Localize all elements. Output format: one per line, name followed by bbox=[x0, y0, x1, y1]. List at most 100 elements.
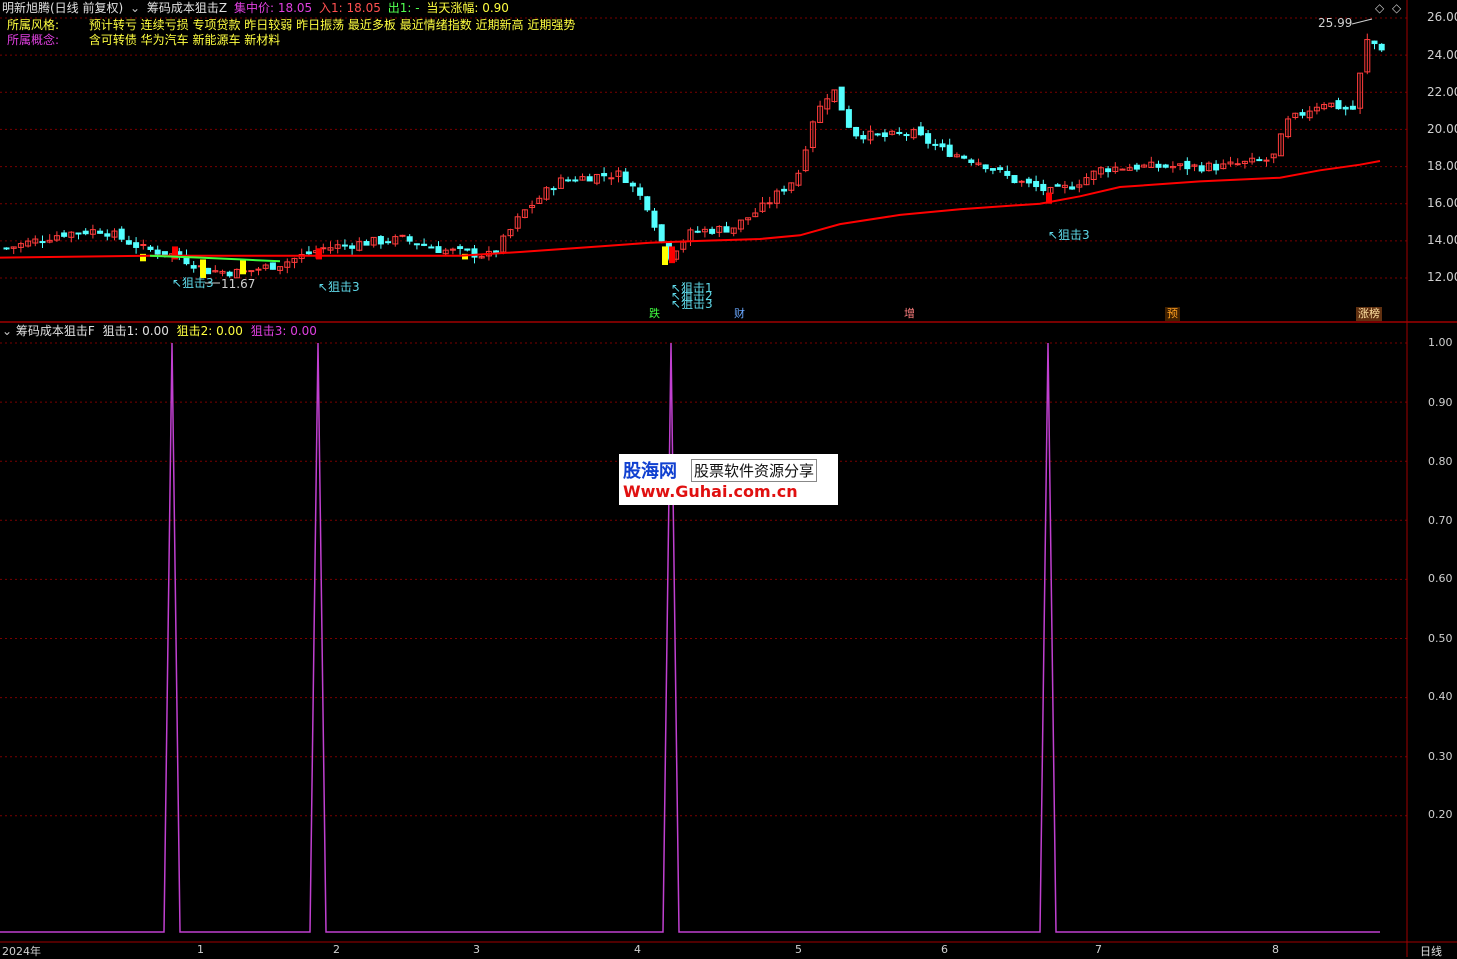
low-price-label: 11.67 bbox=[221, 277, 256, 291]
candle-body bbox=[269, 262, 276, 270]
candle-body bbox=[917, 126, 924, 136]
date-tick: 5 bbox=[795, 943, 802, 956]
candle-body bbox=[845, 109, 852, 128]
snipe-label: ↖狙击3 bbox=[671, 297, 713, 311]
date-tick: 4 bbox=[634, 943, 641, 956]
candle-body bbox=[723, 226, 730, 233]
watermark-tagline: 股票软件资源分享 bbox=[691, 459, 818, 482]
candle-body bbox=[881, 132, 888, 138]
snipe-label: ↖狙击3 bbox=[1048, 228, 1090, 242]
date-tick: 1 bbox=[197, 943, 204, 956]
candle-body bbox=[1011, 175, 1018, 184]
snipe2-value: 狙击2: 0.00 bbox=[176, 324, 243, 338]
candle-body bbox=[1025, 178, 1032, 184]
candle-body bbox=[874, 133, 881, 136]
candle-body bbox=[1033, 181, 1040, 188]
date-tick: 8 bbox=[1272, 943, 1279, 956]
candle-body bbox=[1198, 165, 1205, 172]
candle-body bbox=[586, 176, 593, 182]
candle-body bbox=[341, 244, 348, 247]
candle-body bbox=[1371, 40, 1378, 45]
indicator-tick: 1.00 bbox=[1428, 336, 1453, 349]
candle-body bbox=[39, 241, 46, 244]
candle-body bbox=[1299, 112, 1306, 116]
candle-body bbox=[853, 126, 860, 137]
candle-body bbox=[1155, 163, 1162, 168]
diamond-icon[interactable]: ◇ bbox=[1375, 1, 1384, 15]
candle-body bbox=[1133, 164, 1140, 170]
candle-body bbox=[1234, 163, 1241, 166]
candle-body bbox=[709, 228, 716, 234]
watermark-brand: 股海网 bbox=[623, 461, 677, 482]
event-marker[interactable]: 增 bbox=[902, 307, 917, 321]
candle-body bbox=[248, 270, 255, 273]
candle-body bbox=[1335, 100, 1342, 110]
snipe-label: ↖狙击3 bbox=[172, 276, 214, 290]
lower-indicator-name[interactable]: 筹码成本狙击F bbox=[16, 324, 95, 338]
date-tick: 3 bbox=[473, 943, 480, 956]
candle-body bbox=[154, 249, 161, 255]
indicator-tick: 0.90 bbox=[1428, 396, 1453, 409]
candle-body bbox=[658, 224, 665, 242]
diamond-icon-2[interactable]: ◇ bbox=[1392, 1, 1401, 15]
date-tick: 7 bbox=[1095, 943, 1102, 956]
watermark-logo: 股海网 股票软件资源分享 Www.Guhai.com.cn bbox=[619, 454, 838, 505]
candle-body bbox=[550, 188, 557, 191]
event-marker[interactable]: 预 bbox=[1165, 307, 1180, 321]
candle-body bbox=[629, 182, 636, 187]
event-marker[interactable]: 涨榜 bbox=[1356, 307, 1382, 321]
candle-body bbox=[125, 240, 132, 245]
candle-body bbox=[989, 168, 996, 171]
candle-body bbox=[968, 159, 975, 163]
candle-body bbox=[118, 228, 125, 240]
event-marker[interactable]: 跌 bbox=[647, 307, 662, 321]
candle-body bbox=[932, 143, 939, 146]
candle-body bbox=[349, 245, 356, 249]
candle-body bbox=[1256, 159, 1263, 162]
candle-body bbox=[1054, 184, 1061, 187]
date-tick: 2 bbox=[333, 943, 340, 956]
candle-body bbox=[961, 155, 968, 159]
snipe-candle bbox=[669, 246, 675, 264]
candle-body bbox=[413, 243, 420, 246]
high-marker-line bbox=[1351, 18, 1373, 25]
price-tick: 16.00 bbox=[1427, 196, 1457, 210]
candle-body bbox=[1119, 168, 1126, 171]
candle-body bbox=[406, 236, 413, 242]
indicator-tick: 0.20 bbox=[1428, 808, 1453, 821]
dropdown-icon[interactable]: ⌄ bbox=[2, 324, 12, 338]
snipe1-value: 狙击1: 0.00 bbox=[102, 324, 169, 338]
candle-body bbox=[255, 268, 262, 271]
candle-body bbox=[1018, 180, 1025, 183]
candle-body bbox=[385, 241, 392, 244]
candle-body bbox=[226, 271, 233, 277]
candle-body bbox=[457, 246, 464, 250]
candle-body bbox=[1040, 183, 1047, 192]
indicator-tick: 0.30 bbox=[1428, 750, 1453, 763]
candle-body bbox=[608, 177, 615, 180]
indicator-tick: 0.80 bbox=[1428, 455, 1453, 468]
candle-body bbox=[622, 171, 629, 184]
candle-body bbox=[694, 230, 701, 233]
watermark-url: Www.Guhai.com.cn bbox=[623, 482, 798, 501]
candle-body bbox=[982, 164, 989, 170]
indicator-tick: 0.40 bbox=[1428, 690, 1453, 703]
candle-body bbox=[644, 196, 651, 211]
candle-body bbox=[428, 246, 435, 249]
candle-body bbox=[766, 202, 773, 205]
candle-body bbox=[637, 187, 644, 196]
candle-body bbox=[75, 232, 82, 235]
high-price-label: 25.99 bbox=[1318, 16, 1353, 30]
candle-body bbox=[997, 167, 1004, 171]
candle-body bbox=[464, 248, 471, 251]
candle-body bbox=[925, 133, 932, 144]
snipe-candle bbox=[316, 248, 322, 260]
candle-body bbox=[1349, 105, 1356, 110]
lower-panel-header: ⌄ 筹码成本狙击F 狙击1: 0.00 狙击2: 0.00 狙击3: 0.00 bbox=[2, 323, 317, 339]
candle-body bbox=[939, 143, 946, 148]
indicator-line bbox=[0, 342, 1380, 933]
candle-body bbox=[3, 247, 10, 250]
candle-body bbox=[97, 230, 104, 234]
event-marker[interactable]: 财 bbox=[732, 307, 747, 321]
price-tick: 18.00 bbox=[1427, 159, 1457, 173]
